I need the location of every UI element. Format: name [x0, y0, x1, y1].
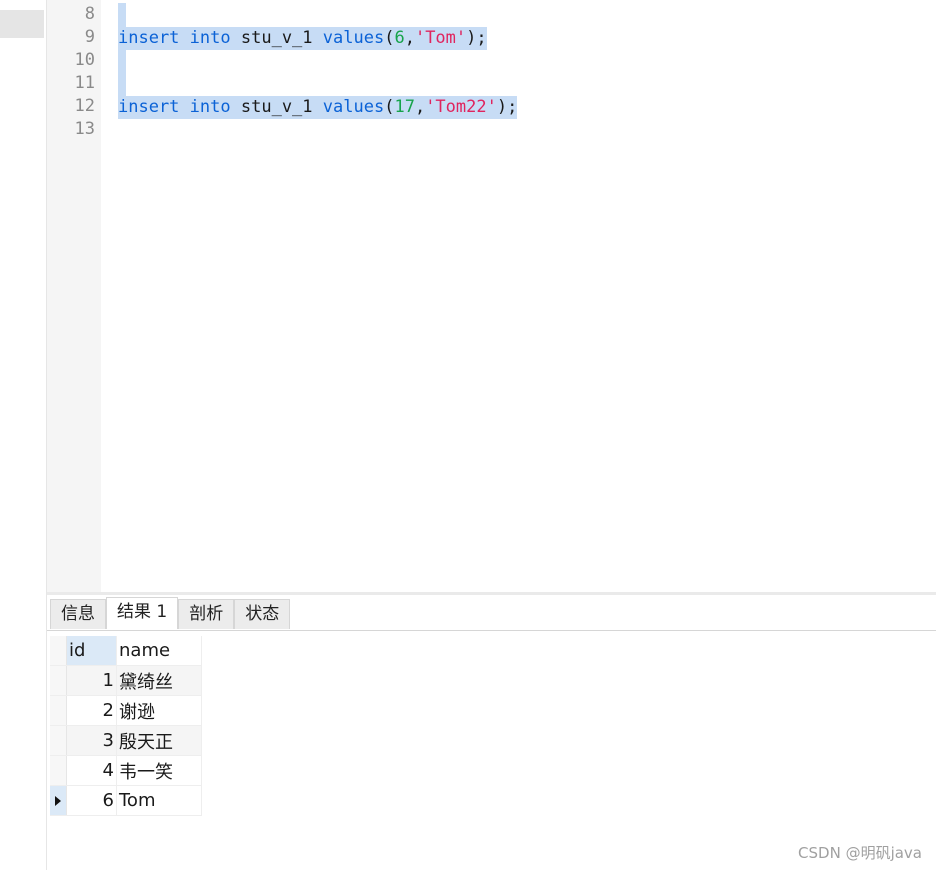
row-indicator[interactable] [50, 755, 67, 786]
left-panel-selection[interactable] [0, 10, 44, 38]
table-row[interactable]: 6 Tom [50, 785, 202, 816]
result-tabs: 信息 结果 1 剖析 状态 [50, 597, 291, 631]
row-indicator-current[interactable] [50, 785, 67, 816]
selection-highlight [118, 3, 126, 27]
column-header-name[interactable]: name [116, 636, 202, 666]
result-grid[interactable]: id name 1 黛绮丝 2 谢逊 3 殷天正 4 韦一笑 6 Tom [50, 636, 202, 816]
tab-result-1[interactable]: 结果 1 [106, 597, 179, 629]
cell-name[interactable]: Tom [116, 785, 202, 816]
keyword: into [189, 28, 231, 48]
results-pane: 信息 结果 1 剖析 状态 id name 1 黛绮丝 2 谢逊 3 殷天正 4 [47, 592, 936, 873]
punctuation: , [414, 97, 426, 117]
left-panel [0, 0, 47, 870]
cell-id[interactable]: 1 [66, 665, 117, 696]
column-header-id[interactable]: id [66, 636, 117, 666]
keyword: values [322, 28, 385, 48]
selection-highlight [118, 50, 126, 96]
watermark: CSDN @明矾java [798, 844, 922, 862]
row-indicator[interactable] [50, 665, 67, 696]
keyword: into [189, 97, 231, 117]
cell-id[interactable]: 6 [66, 785, 117, 816]
table-name: stu_v_1 [240, 28, 313, 48]
string-literal: 'Tom22' [425, 97, 497, 117]
cell-name[interactable]: 黛绮丝 [116, 665, 202, 696]
table-row[interactable]: 4 韦一笑 [50, 755, 202, 786]
cell-name[interactable]: 殷天正 [116, 725, 202, 756]
line-number: 13 [74, 119, 95, 139]
punctuation: ); [496, 97, 518, 117]
tab-info[interactable]: 信息 [50, 599, 106, 629]
tab-profile[interactable]: 剖析 [178, 599, 235, 629]
table-row[interactable]: 1 黛绮丝 [50, 665, 202, 696]
sql-editor[interactable]: 8 9 10 11 12 13 insert into stu_v_1 valu… [47, 0, 936, 592]
code-line-12[interactable]: insert into stu_v_1 values(17,'Tom22'); [118, 96, 518, 119]
keyword: insert [118, 28, 180, 48]
cell-id[interactable]: 2 [66, 695, 117, 726]
grid-header-row: id name [50, 636, 202, 666]
line-number: 11 [74, 73, 95, 93]
current-row-arrow-icon [55, 796, 61, 806]
punctuation: ); [466, 28, 487, 48]
table-row[interactable]: 3 殷天正 [50, 725, 202, 756]
punctuation: ( [384, 97, 395, 117]
tabs-divider [47, 630, 936, 631]
punctuation: ( [384, 28, 395, 48]
number-literal: 17 [394, 97, 415, 117]
cell-id[interactable]: 4 [66, 755, 117, 786]
number-literal: 6 [394, 28, 405, 48]
line-number: 8 [84, 4, 95, 24]
line-number: 12 [74, 96, 95, 116]
tab-status[interactable]: 状态 [234, 599, 291, 629]
line-number: 10 [74, 50, 95, 70]
cell-id[interactable]: 3 [66, 725, 117, 756]
row-indicator[interactable] [50, 725, 67, 756]
table-name: stu_v_1 [240, 97, 313, 117]
cell-name[interactable]: 韦一笑 [116, 755, 202, 786]
line-number: 9 [84, 27, 95, 47]
string-literal: 'Tom' [414, 28, 467, 48]
row-indicator-header [50, 636, 67, 666]
table-row[interactable]: 2 谢逊 [50, 695, 202, 726]
code-line-9[interactable]: insert into stu_v_1 values(6,'Tom'); [118, 27, 487, 50]
punctuation: , [404, 28, 415, 48]
keyword: values [322, 97, 385, 117]
line-number-gutter: 8 9 10 11 12 13 [47, 0, 101, 592]
row-indicator[interactable] [50, 695, 67, 726]
cell-name[interactable]: 谢逊 [116, 695, 202, 726]
keyword: insert [118, 97, 180, 117]
